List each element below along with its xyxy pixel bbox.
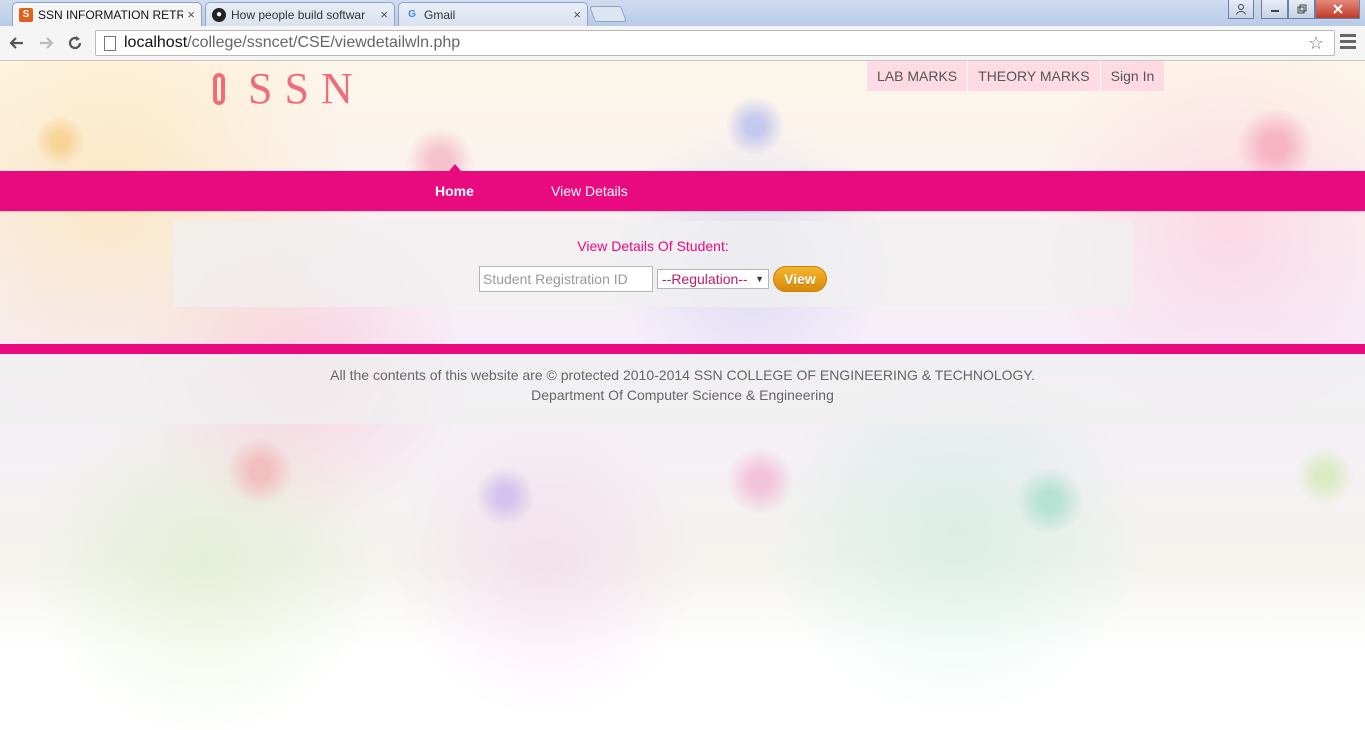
user-profile-icon[interactable] <box>1228 0 1254 19</box>
address-bar[interactable]: localhost /college/ssncet/CSE/viewdetail… <box>95 30 1335 56</box>
top-links: LAB MARKS THEORY MARKS Sign In <box>866 61 1165 91</box>
flower-decoration <box>220 431 300 511</box>
panel-title: View Details Of Student: <box>577 238 729 254</box>
browser-tab-ssn[interactable]: S SSN INFORMATION RETRI × <box>12 2 202 26</box>
close-tab-icon[interactable]: × <box>187 7 195 22</box>
flower-decoration <box>1290 441 1360 511</box>
registration-id-input[interactable] <box>479 266 653 292</box>
page-content: SSN LAB MARKS THEORY MARKS Sign In Home … <box>0 61 1365 730</box>
lab-marks-link[interactable]: LAB MARKS <box>866 61 968 91</box>
flower-decoration <box>1010 461 1090 541</box>
tab-title: SSN INFORMATION RETRI <box>38 7 184 22</box>
url-path: /college/ssncet/CSE/viewdetailwln.php <box>187 34 461 51</box>
ssn-logo-icon <box>200 70 238 108</box>
sign-in-link[interactable]: Sign In <box>1099 61 1165 91</box>
close-tab-icon[interactable]: × <box>380 7 388 22</box>
browser-toolbar: localhost /college/ssncet/CSE/viewdetail… <box>0 26 1365 61</box>
nav-view-details[interactable]: View Details <box>551 171 628 211</box>
regulation-select[interactable]: --Regulation-- ▼ <box>657 269 769 289</box>
view-button[interactable]: View <box>773 266 827 292</box>
forward-arrow-icon[interactable] <box>34 31 58 55</box>
minimize-icon[interactable] <box>1261 0 1288 19</box>
department-text: Department Of Computer Science & Enginee… <box>531 387 834 403</box>
ssn-favicon-icon: S <box>19 7 33 22</box>
logo-text: SSN <box>248 64 365 113</box>
footer: All the contents of this website are © p… <box>0 354 1365 424</box>
browser-tab-bar: S SSN INFORMATION RETRI × ● How people b… <box>0 0 1365 26</box>
flower-decoration <box>720 441 800 521</box>
active-indicator <box>449 164 461 171</box>
theory-marks-link[interactable]: THEORY MARKS <box>967 61 1100 91</box>
github-icon: ● <box>212 7 226 22</box>
copyright-text: All the contents of this website are © p… <box>330 367 1035 383</box>
footer-divider <box>0 344 1365 354</box>
tab-title: How people build softwar <box>231 7 366 22</box>
url-host: localhost <box>124 34 188 51</box>
flower-decoration <box>30 111 90 171</box>
menu-icon[interactable] <box>1340 34 1356 50</box>
regulation-selected-value: --Regulation-- <box>662 271 748 287</box>
close-window-icon[interactable] <box>1315 0 1360 19</box>
back-arrow-icon[interactable] <box>5 31 29 55</box>
nav-home[interactable]: Home <box>435 171 474 211</box>
main-nav: Home View Details <box>0 164 1365 211</box>
bookmark-star-icon[interactable]: ☆ <box>1308 33 1324 54</box>
restore-icon[interactable] <box>1288 0 1315 19</box>
page-icon <box>104 35 116 51</box>
reload-icon[interactable] <box>63 31 87 55</box>
flower-decoration <box>720 91 790 161</box>
browser-tab-gmail[interactable]: G Gmail × <box>398 2 588 26</box>
tab-title: Gmail <box>424 7 456 22</box>
google-icon: G <box>408 9 416 20</box>
view-details-panel: View Details Of Student: --Regulation-- … <box>173 221 1133 307</box>
close-tab-icon[interactable]: × <box>573 7 581 22</box>
browser-tab-github[interactable]: ● How people build softwar × <box>205 2 395 26</box>
dropdown-arrow-icon: ▼ <box>755 274 764 284</box>
flower-decoration <box>470 461 540 531</box>
new-tab-button[interactable] <box>589 6 627 22</box>
ssn-logo[interactable]: SSN <box>200 61 365 116</box>
